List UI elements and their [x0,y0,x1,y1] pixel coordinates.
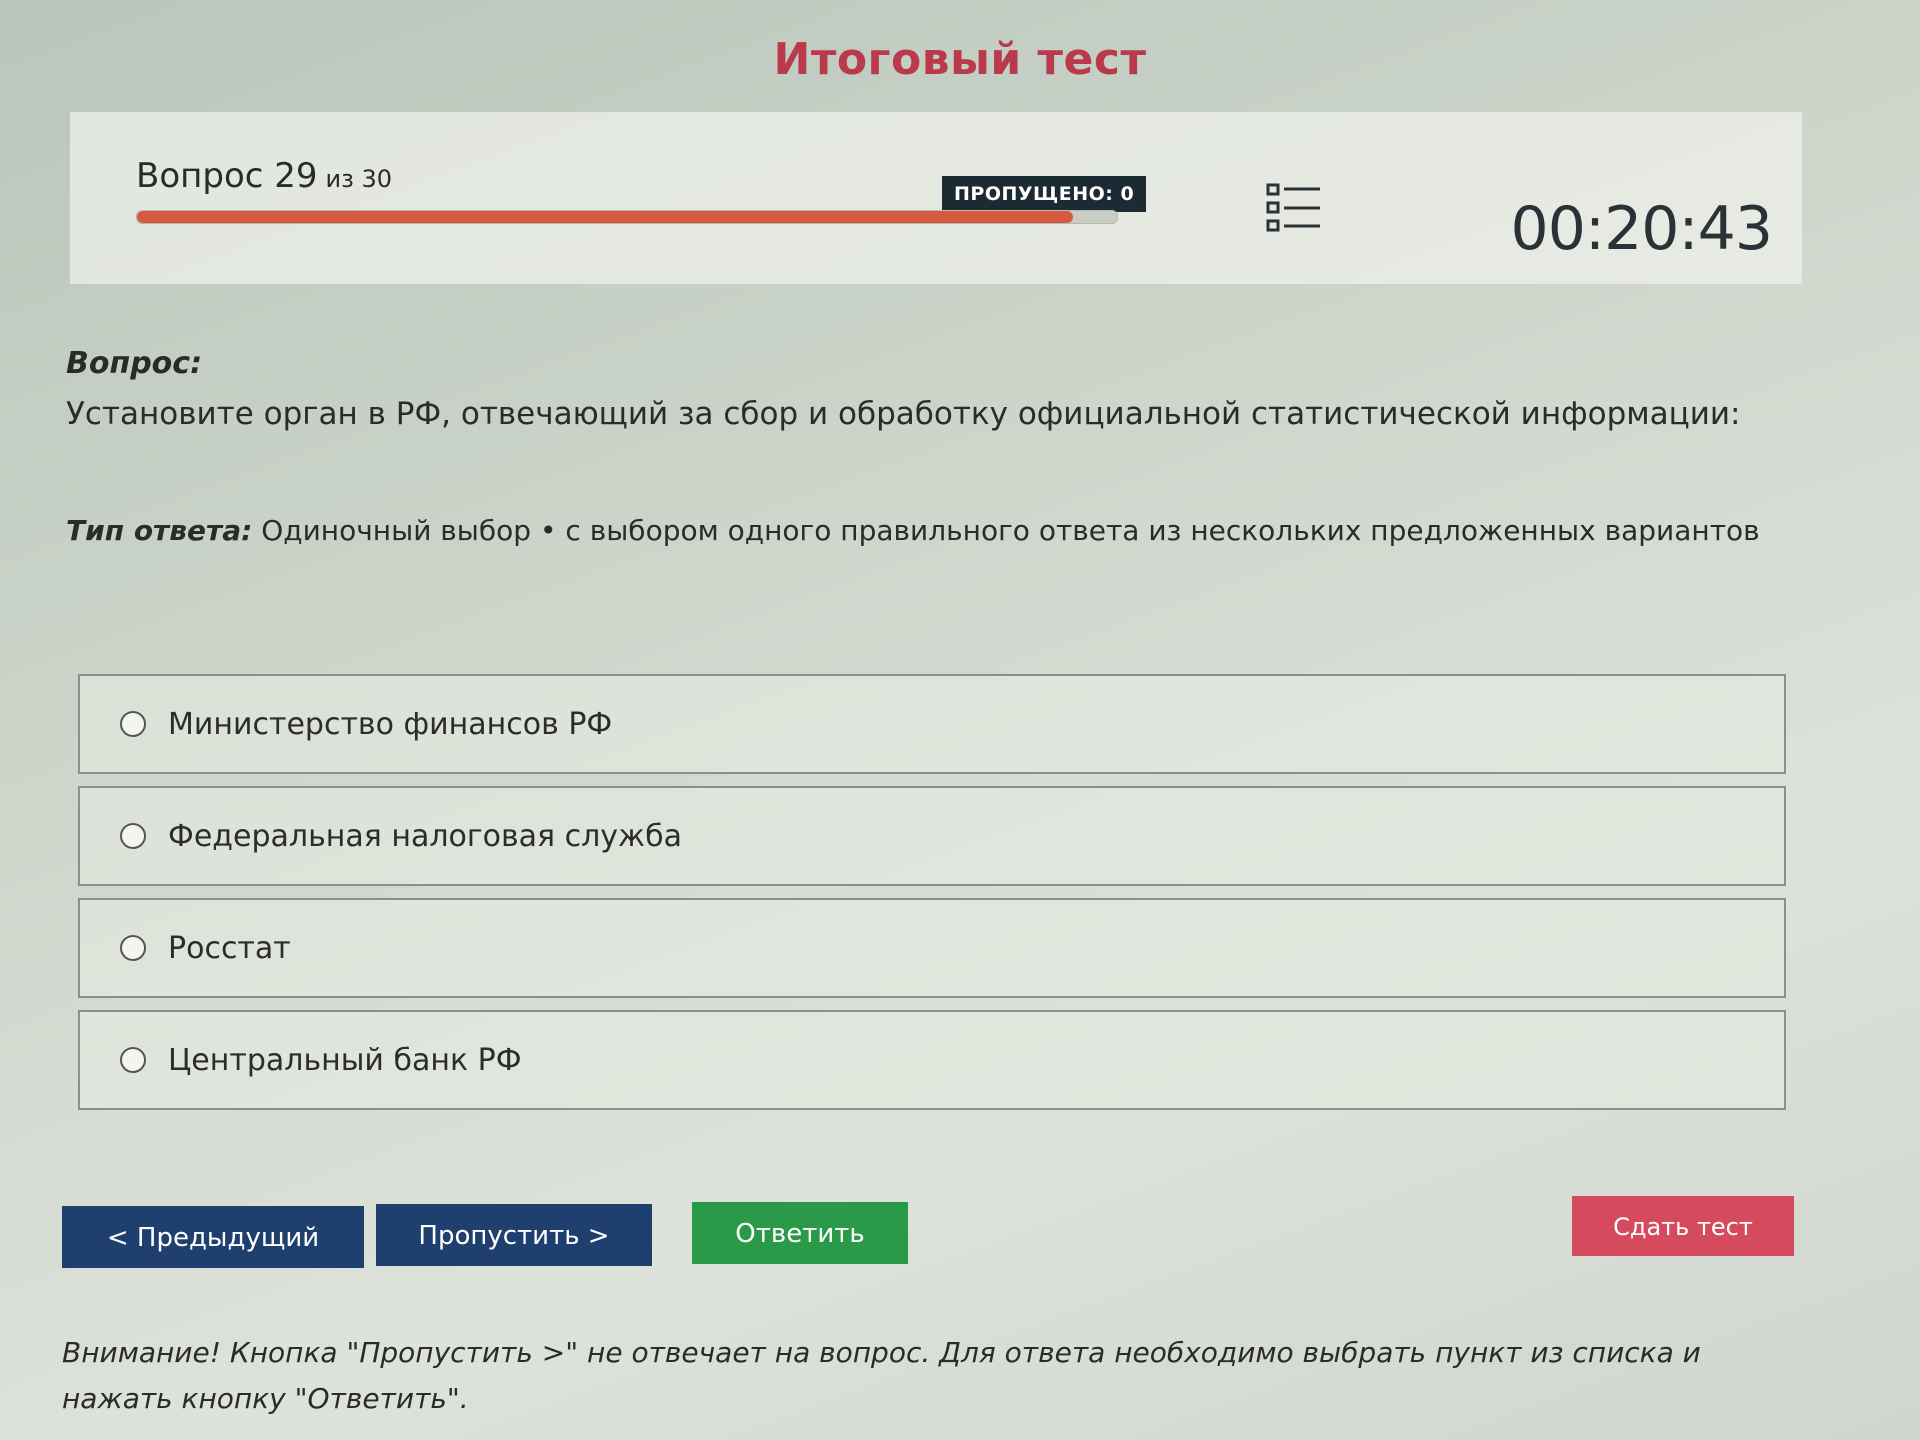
skipped-badge: ПРОПУЩЕНО: 0 [942,176,1147,212]
answer-button[interactable]: Ответить [692,1202,908,1264]
option-label: Росстат [168,930,291,966]
question-total: из 30 [325,165,393,193]
radio-button[interactable] [120,711,146,737]
radio-button[interactable] [120,935,146,961]
answer-type-label: Тип ответа: [66,514,253,547]
question-label: Вопрос: [66,346,203,381]
progress-fill [137,211,1073,223]
page-title: Итоговый тест [773,34,1147,85]
timer: 00:20:43 [1510,194,1773,264]
skip-button[interactable]: Пропустить > [376,1204,652,1266]
option-central-bank[interactable]: Центральный банк РФ [78,1010,1786,1110]
question-counter: Вопрос 29 из 30 [136,156,392,196]
option-label: Федеральная налоговая служба [168,818,682,854]
list-icon [1266,183,1320,232]
radio-button[interactable] [120,1047,146,1073]
question-text: Установите орган в РФ, отвечающий за сбо… [66,396,1741,432]
previous-button[interactable]: < Предыдущий [62,1206,364,1268]
warning-note: Внимание! Кнопка "Пропустить >" не отвеч… [62,1336,1701,1415]
answer-type: Тип ответа: Одиночный выбор • с выбором … [66,514,1826,547]
question-list-button[interactable] [1266,182,1322,234]
radio-button[interactable] [120,823,146,849]
submit-test-button[interactable]: Сдать тест [1572,1196,1794,1256]
option-label: Министерство финансов РФ [168,706,613,742]
option-tax-service[interactable]: Федеральная налоговая служба [78,786,1786,886]
progress-bar [136,210,1118,224]
option-label: Центральный банк РФ [168,1042,522,1078]
status-panel: Вопрос 29 из 30 ПРОПУЩЕНО: 0 00:20:43 [70,112,1802,284]
option-rosstat[interactable]: Росстат [78,898,1786,998]
option-ministry-of-finance[interactable]: Министерство финансов РФ [78,674,1786,774]
question-number: Вопрос 29 [136,156,318,196]
answer-type-value: Одиночный выбор • с выбором одного прави… [252,514,1760,547]
answer-options: Министерство финансов РФ Федеральная нал… [78,674,1786,1122]
